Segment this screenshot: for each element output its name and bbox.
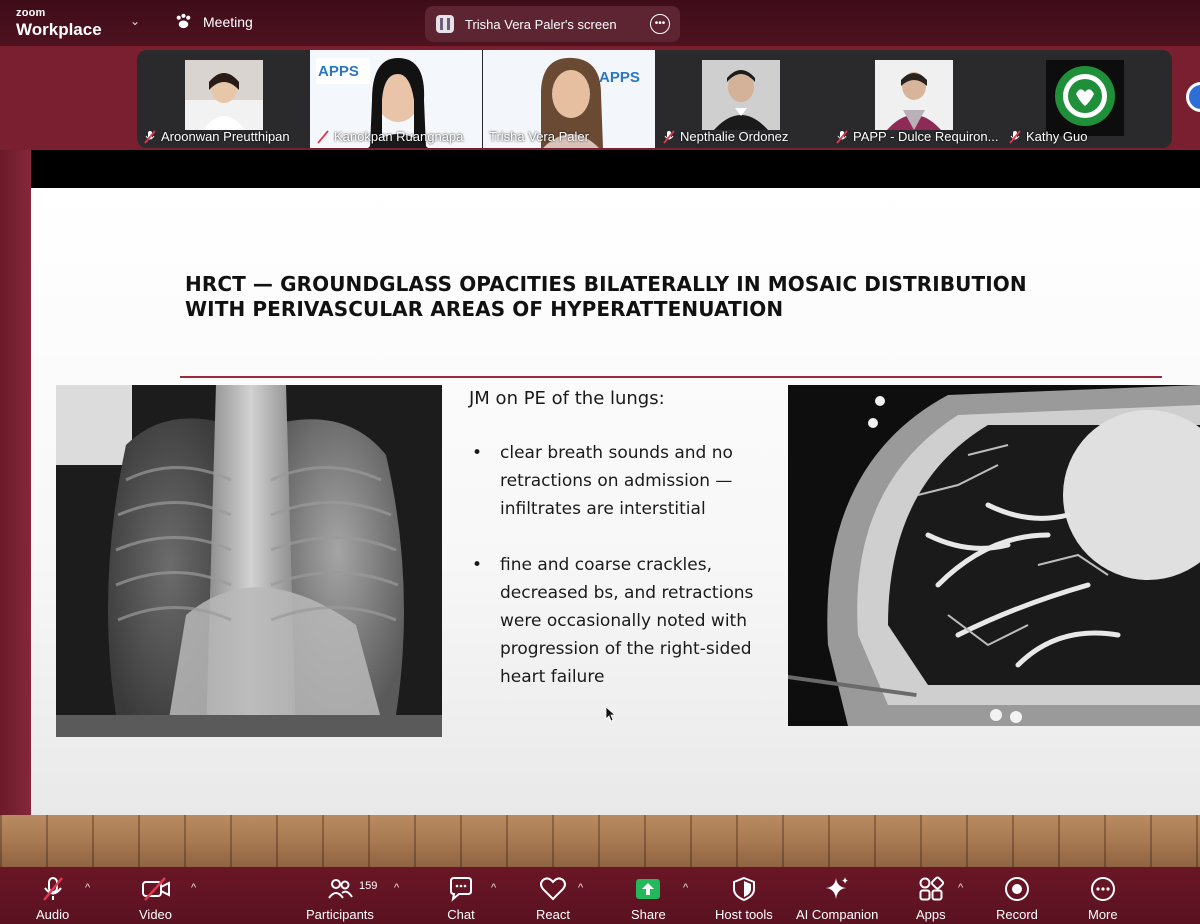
participants-icon [328, 879, 353, 899]
share-screen-icon [636, 879, 661, 899]
sharer-avatar-icon [436, 15, 454, 33]
mic-muted-icon [144, 129, 156, 144]
shield-icon [732, 876, 755, 902]
participant-name: Kathy Guo [1026, 129, 1088, 144]
notes-list: clear breath sounds and no retractions o… [469, 439, 789, 691]
participant-tile-active-speaker[interactable]: APPS Trisha Vera Paler [483, 50, 655, 148]
chat-label: Chat [447, 907, 475, 922]
participants-options-caret[interactable]: ^ [394, 882, 399, 894]
wood-floor-background [0, 815, 1200, 867]
top-bar: zoom Workplace ⌄ Meeting Trisha Vera Pal… [0, 0, 1200, 46]
chevron-down-icon[interactable]: ⌄ [130, 14, 140, 28]
list-item: fine and coarse crackles, decreased bs, … [469, 551, 789, 691]
share-button[interactable]: Share [631, 875, 666, 922]
slide-title: HRCT — GROUNDGLASS OPACITIES BILATERALLY… [185, 272, 1145, 322]
chest-xray-image [56, 385, 442, 737]
audio-label: Audio [36, 907, 70, 922]
more-label: More [1088, 907, 1118, 922]
ai-companion-label: AI Companion [796, 907, 879, 922]
video-button[interactable]: Video [139, 875, 172, 922]
screen-share-banner[interactable]: Trisha Vera Paler's screen ••• [425, 6, 680, 42]
video-off-icon [141, 877, 170, 901]
host-tools-button[interactable]: Host tools [715, 875, 773, 922]
brand-zoom: zoom [16, 7, 46, 19]
participant-gallery: Aroonwan Preutthipan APPS Kanokpan Ruang… [137, 50, 1172, 148]
mic-muted-icon [42, 877, 63, 901]
svg-text:APPS: APPS [318, 63, 359, 80]
chat-button[interactable]: Chat [447, 875, 475, 922]
participant-name: Kanokpan Ruangnapa [334, 129, 464, 144]
apps-button[interactable]: Apps [916, 875, 946, 922]
slide-notes: JM on PE of the lungs: clear breath soun… [469, 388, 789, 719]
share-label: Share [631, 907, 666, 922]
audio-options-caret[interactable]: ^ [85, 882, 90, 894]
apps-label: Apps [916, 907, 946, 922]
participant-logo [1046, 60, 1124, 136]
react-button[interactable]: React [536, 875, 570, 922]
title-divider [180, 376, 1162, 378]
sparkle-icon [826, 877, 849, 899]
record-button[interactable]: Record [996, 875, 1038, 922]
participants-label: Participants [306, 907, 374, 922]
apps-options-caret[interactable]: ^ [958, 882, 963, 894]
shared-screen[interactable]: HRCT — GROUNDGLASS OPACITIES BILATERALLY… [31, 150, 1200, 815]
paw-icon [176, 13, 191, 29]
participant-tile[interactable]: PAPP - Dulce Requiron... [829, 50, 1001, 148]
share-options-caret[interactable]: ^ [683, 882, 688, 894]
record-icon [1004, 877, 1029, 901]
share-banner-text: Trisha Vera Paler's screen [465, 16, 617, 32]
participant-tile[interactable]: Kathy Guo [1002, 50, 1172, 148]
participant-name: Nepthalie Ordonez [680, 129, 789, 144]
presentation-slide: HRCT — GROUNDGLASS OPACITIES BILATERALLY… [31, 188, 1200, 815]
list-item: clear breath sounds and no retractions o… [469, 439, 789, 523]
ai-companion-button[interactable]: AI Companion [796, 875, 878, 922]
participant-tile[interactable]: APPS Kanokpan Ruangnapa [310, 50, 482, 148]
brand-workplace: Workplace [16, 20, 102, 39]
mic-muted-icon [317, 129, 329, 144]
video-options-caret[interactable]: ^ [191, 882, 196, 894]
hrct-scan-image [788, 385, 1200, 726]
chat-options-caret[interactable]: ^ [491, 882, 496, 894]
mic-muted-icon [1009, 129, 1021, 144]
apps-icon [919, 876, 944, 901]
meeting-toolbar: Audio ^ Video ^ Participants 159 ^ Chat … [0, 867, 1200, 924]
participant-photo [875, 60, 953, 130]
more-options-icon[interactable]: ••• [650, 14, 670, 34]
chat-icon [450, 877, 472, 902]
audio-button[interactable]: Audio [36, 875, 69, 922]
host-tools-label: Host tools [715, 907, 773, 922]
video-label: Video [139, 907, 173, 922]
react-options-caret[interactable]: ^ [578, 882, 583, 894]
mic-muted-icon [836, 129, 848, 144]
svg-text:APPS: APPS [599, 69, 640, 86]
participant-photo [185, 60, 263, 130]
participant-tile[interactable]: Aroonwan Preutthipan [137, 50, 309, 148]
participant-name: Aroonwan Preutthipan [161, 129, 290, 144]
slide-title-line1: HRCT — GROUNDGLASS OPACITIES BILATERALLY… [185, 272, 1027, 296]
mic-muted-icon [663, 129, 675, 144]
participant-name: PAPP - Dulce Requiron... [853, 129, 999, 144]
participant-name: Trisha Vera Paler [489, 129, 589, 144]
participants-count: 159 [359, 880, 378, 892]
meeting-label: Meeting [203, 13, 253, 30]
more-icon [1090, 877, 1115, 901]
background-edge [0, 150, 31, 815]
slide-title-line2: WITH PERIVASCULAR AREAS OF HYPERATTENUAT… [185, 297, 784, 321]
heart-icon [539, 877, 566, 901]
participant-photo [702, 60, 780, 130]
react-label: React [536, 907, 570, 922]
meeting-menu[interactable]: Meeting [174, 12, 253, 31]
mouse-cursor-icon [605, 706, 615, 722]
zoom-workplace-logo[interactable]: zoom Workplace [16, 7, 102, 39]
record-label: Record [996, 907, 1038, 922]
more-button[interactable]: More [1088, 875, 1118, 922]
screen-top-band [31, 150, 1200, 188]
next-page-button[interactable] [1186, 82, 1200, 112]
participant-tile[interactable]: Nepthalie Ordonez [656, 50, 828, 148]
notes-heading: JM on PE of the lungs: [469, 388, 665, 409]
